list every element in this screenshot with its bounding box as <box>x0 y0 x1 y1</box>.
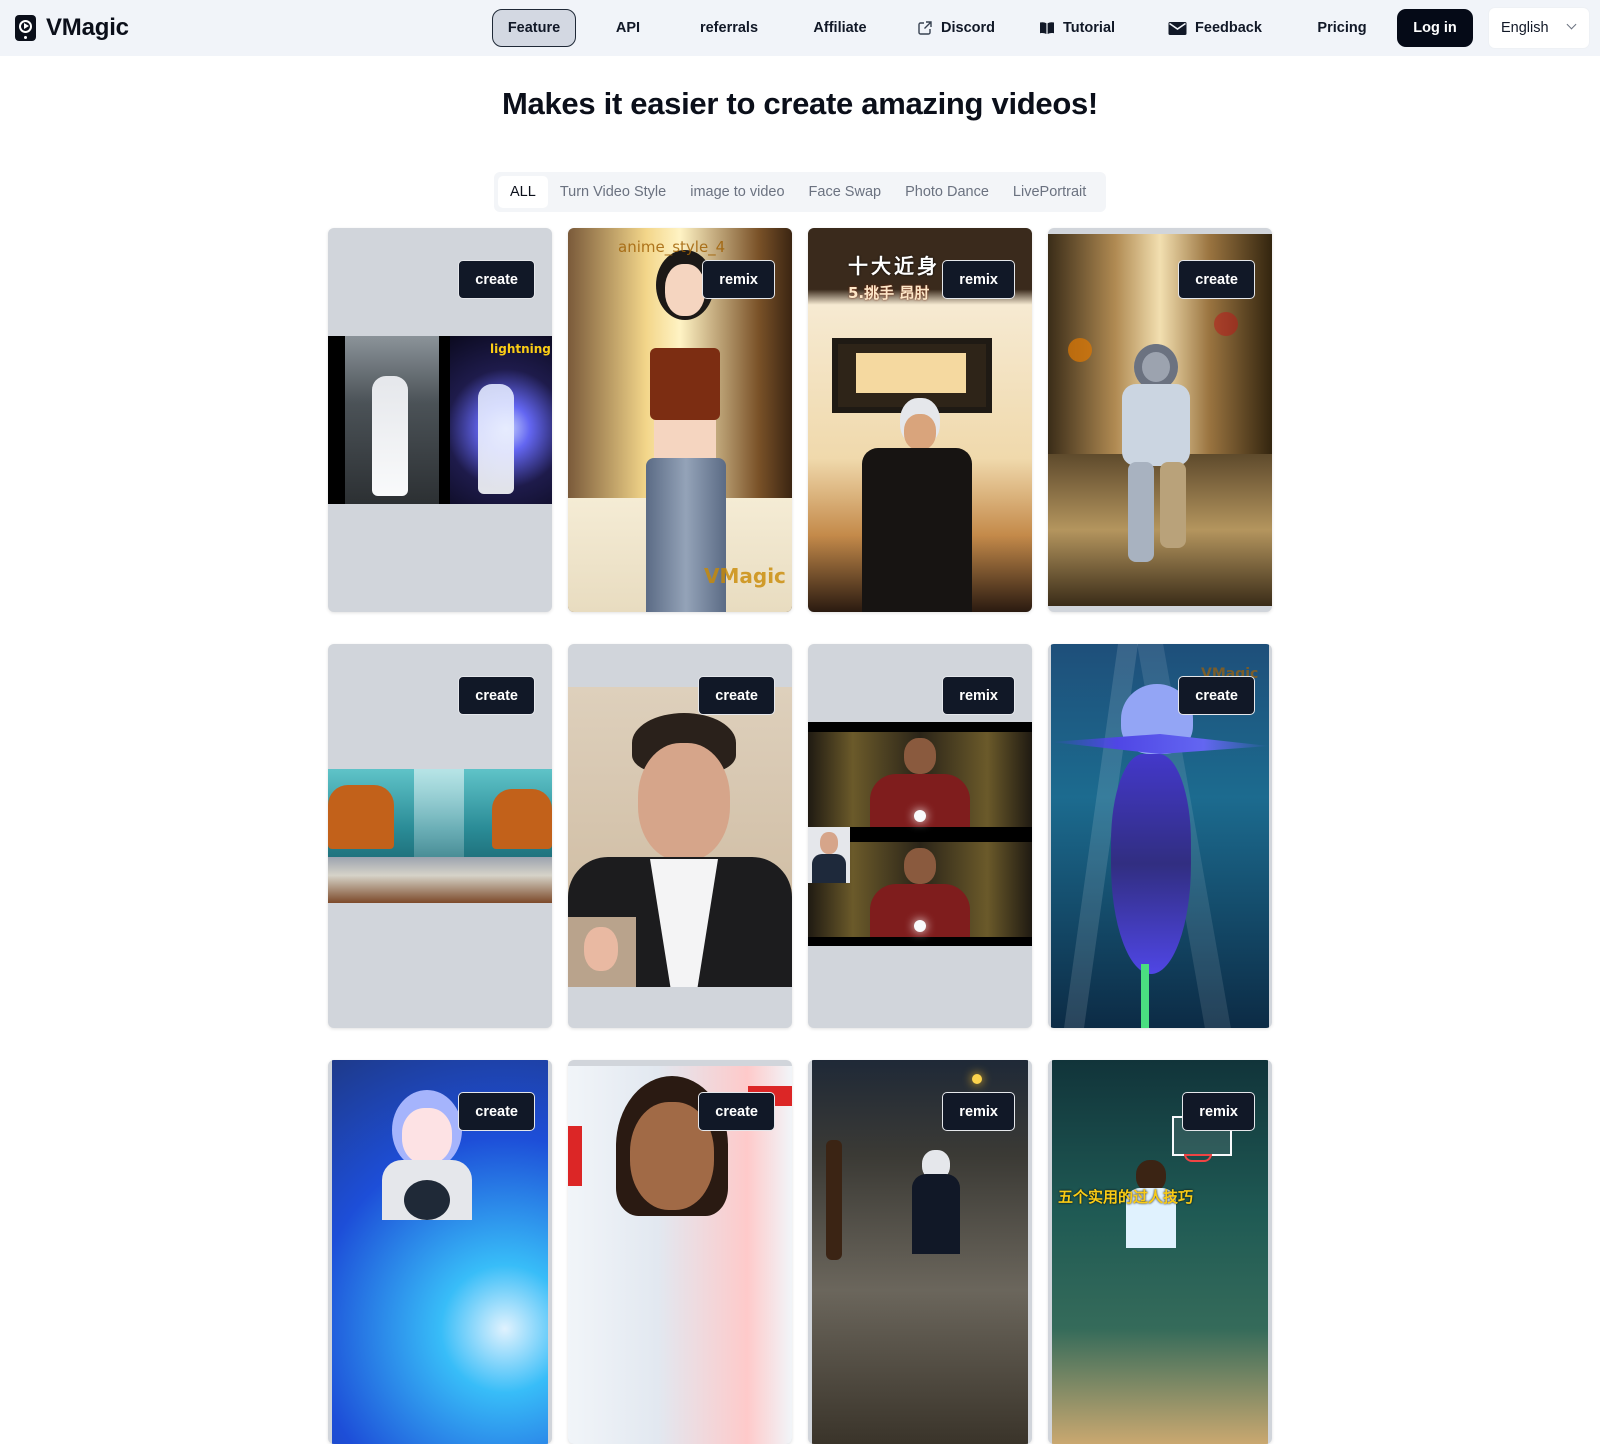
nav-tutorial-label: Tutorial <box>1062 20 1116 36</box>
envelope-icon <box>1168 20 1187 36</box>
nav-affiliate[interactable]: Affiliate <box>778 9 902 47</box>
overlay-caption: 十大近身 <box>848 254 940 278</box>
create-button[interactable]: create <box>698 676 775 715</box>
language-select[interactable]: English <box>1489 8 1589 48</box>
nav-pricing-label: Pricing <box>1317 20 1367 36</box>
video-card[interactable]: remix <box>808 644 1032 1028</box>
nav-feedback-label: Feedback <box>1195 20 1262 36</box>
brand-name: VMagic <box>46 14 129 41</box>
video-card[interactable]: create <box>328 644 552 1028</box>
create-button[interactable]: create <box>458 260 535 299</box>
remix-button[interactable]: remix <box>702 260 775 299</box>
video-thumbnail: lightning <box>328 336 552 504</box>
tab-image-to-video[interactable]: image to video <box>678 176 796 208</box>
nav-feature-label: Feature <box>507 20 561 36</box>
tab-photo-dance[interactable]: Photo Dance <box>893 176 1001 208</box>
overlay-subcaption: 5.挑手 昂肘 <box>848 284 930 302</box>
nav-affiliate-label: Affiliate <box>813 20 867 36</box>
overlay-caption: anime_style_4 <box>618 238 726 256</box>
category-tabs: ALL Turn Video Style image to video Face… <box>494 172 1106 212</box>
nav-feedback[interactable]: Feedback <box>1144 9 1286 47</box>
create-button[interactable]: create <box>458 676 535 715</box>
video-card[interactable]: lightning create <box>328 228 552 612</box>
remix-button[interactable]: remix <box>942 1092 1015 1131</box>
video-thumbnail <box>808 722 1032 946</box>
create-button[interactable]: create <box>1178 676 1255 715</box>
video-card[interactable]: 五个实用的过人技巧 remix <box>1048 1060 1272 1444</box>
watermark-text: VMagic <box>704 564 786 588</box>
tab-liveportrait[interactable]: LivePortrait <box>1001 176 1098 208</box>
external-link-icon <box>917 20 933 36</box>
remix-button[interactable]: remix <box>1182 1092 1255 1131</box>
video-card[interactable]: create <box>328 1060 552 1444</box>
create-button[interactable]: create <box>698 1092 775 1131</box>
overlay-caption: 五个实用的过人技巧 <box>1058 1188 1194 1206</box>
nav-discord-label: Discord <box>941 20 995 36</box>
brand-logo[interactable]: VMagic <box>15 14 129 42</box>
nav-api-label: API <box>615 20 641 36</box>
nav-tutorial[interactable]: Tutorial <box>1010 9 1144 47</box>
video-card[interactable]: VMagic create <box>1048 644 1272 1028</box>
create-button[interactable]: create <box>458 1092 535 1131</box>
nav-referrals-label: referrals <box>699 20 759 36</box>
video-card[interactable]: anime_style_4 VMagic remix <box>568 228 792 612</box>
main-nav: Feature API referrals Affiliate Discord … <box>492 9 1398 47</box>
video-thumbnail <box>328 769 552 903</box>
nav-pricing[interactable]: Pricing <box>1286 9 1398 47</box>
page-title: Makes it easier to create amazing videos… <box>502 86 1098 121</box>
chevron-down-icon <box>1566 19 1577 30</box>
book-icon <box>1039 20 1055 36</box>
video-thumbnail <box>568 687 792 987</box>
top-navbar: VMagic Feature API referrals Affiliate D… <box>0 0 1600 56</box>
tab-turn-video-style[interactable]: Turn Video Style <box>548 176 678 208</box>
video-card[interactable]: create <box>568 644 792 1028</box>
video-card[interactable]: create <box>1048 228 1272 612</box>
login-button[interactable]: Log in <box>1397 9 1473 47</box>
overlay-caption: lightning <box>490 342 551 356</box>
tab-face-swap[interactable]: Face Swap <box>797 176 894 208</box>
tab-all[interactable]: ALL <box>498 176 548 208</box>
video-card[interactable]: create <box>568 1060 792 1444</box>
language-value: English <box>1501 20 1549 36</box>
vmagic-logo-icon <box>15 15 36 41</box>
video-card[interactable]: remix <box>808 1060 1032 1444</box>
remix-button[interactable]: remix <box>942 260 1015 299</box>
video-card[interactable]: 十大近身 5.挑手 昂肘 remix <box>808 228 1032 612</box>
nav-feature[interactable]: Feature <box>492 9 576 47</box>
nav-discord[interactable]: Discord <box>902 9 1010 47</box>
nav-api[interactable]: API <box>576 9 680 47</box>
nav-referrals[interactable]: referrals <box>680 9 778 47</box>
remix-button[interactable]: remix <box>942 676 1015 715</box>
create-button[interactable]: create <box>1178 260 1255 299</box>
